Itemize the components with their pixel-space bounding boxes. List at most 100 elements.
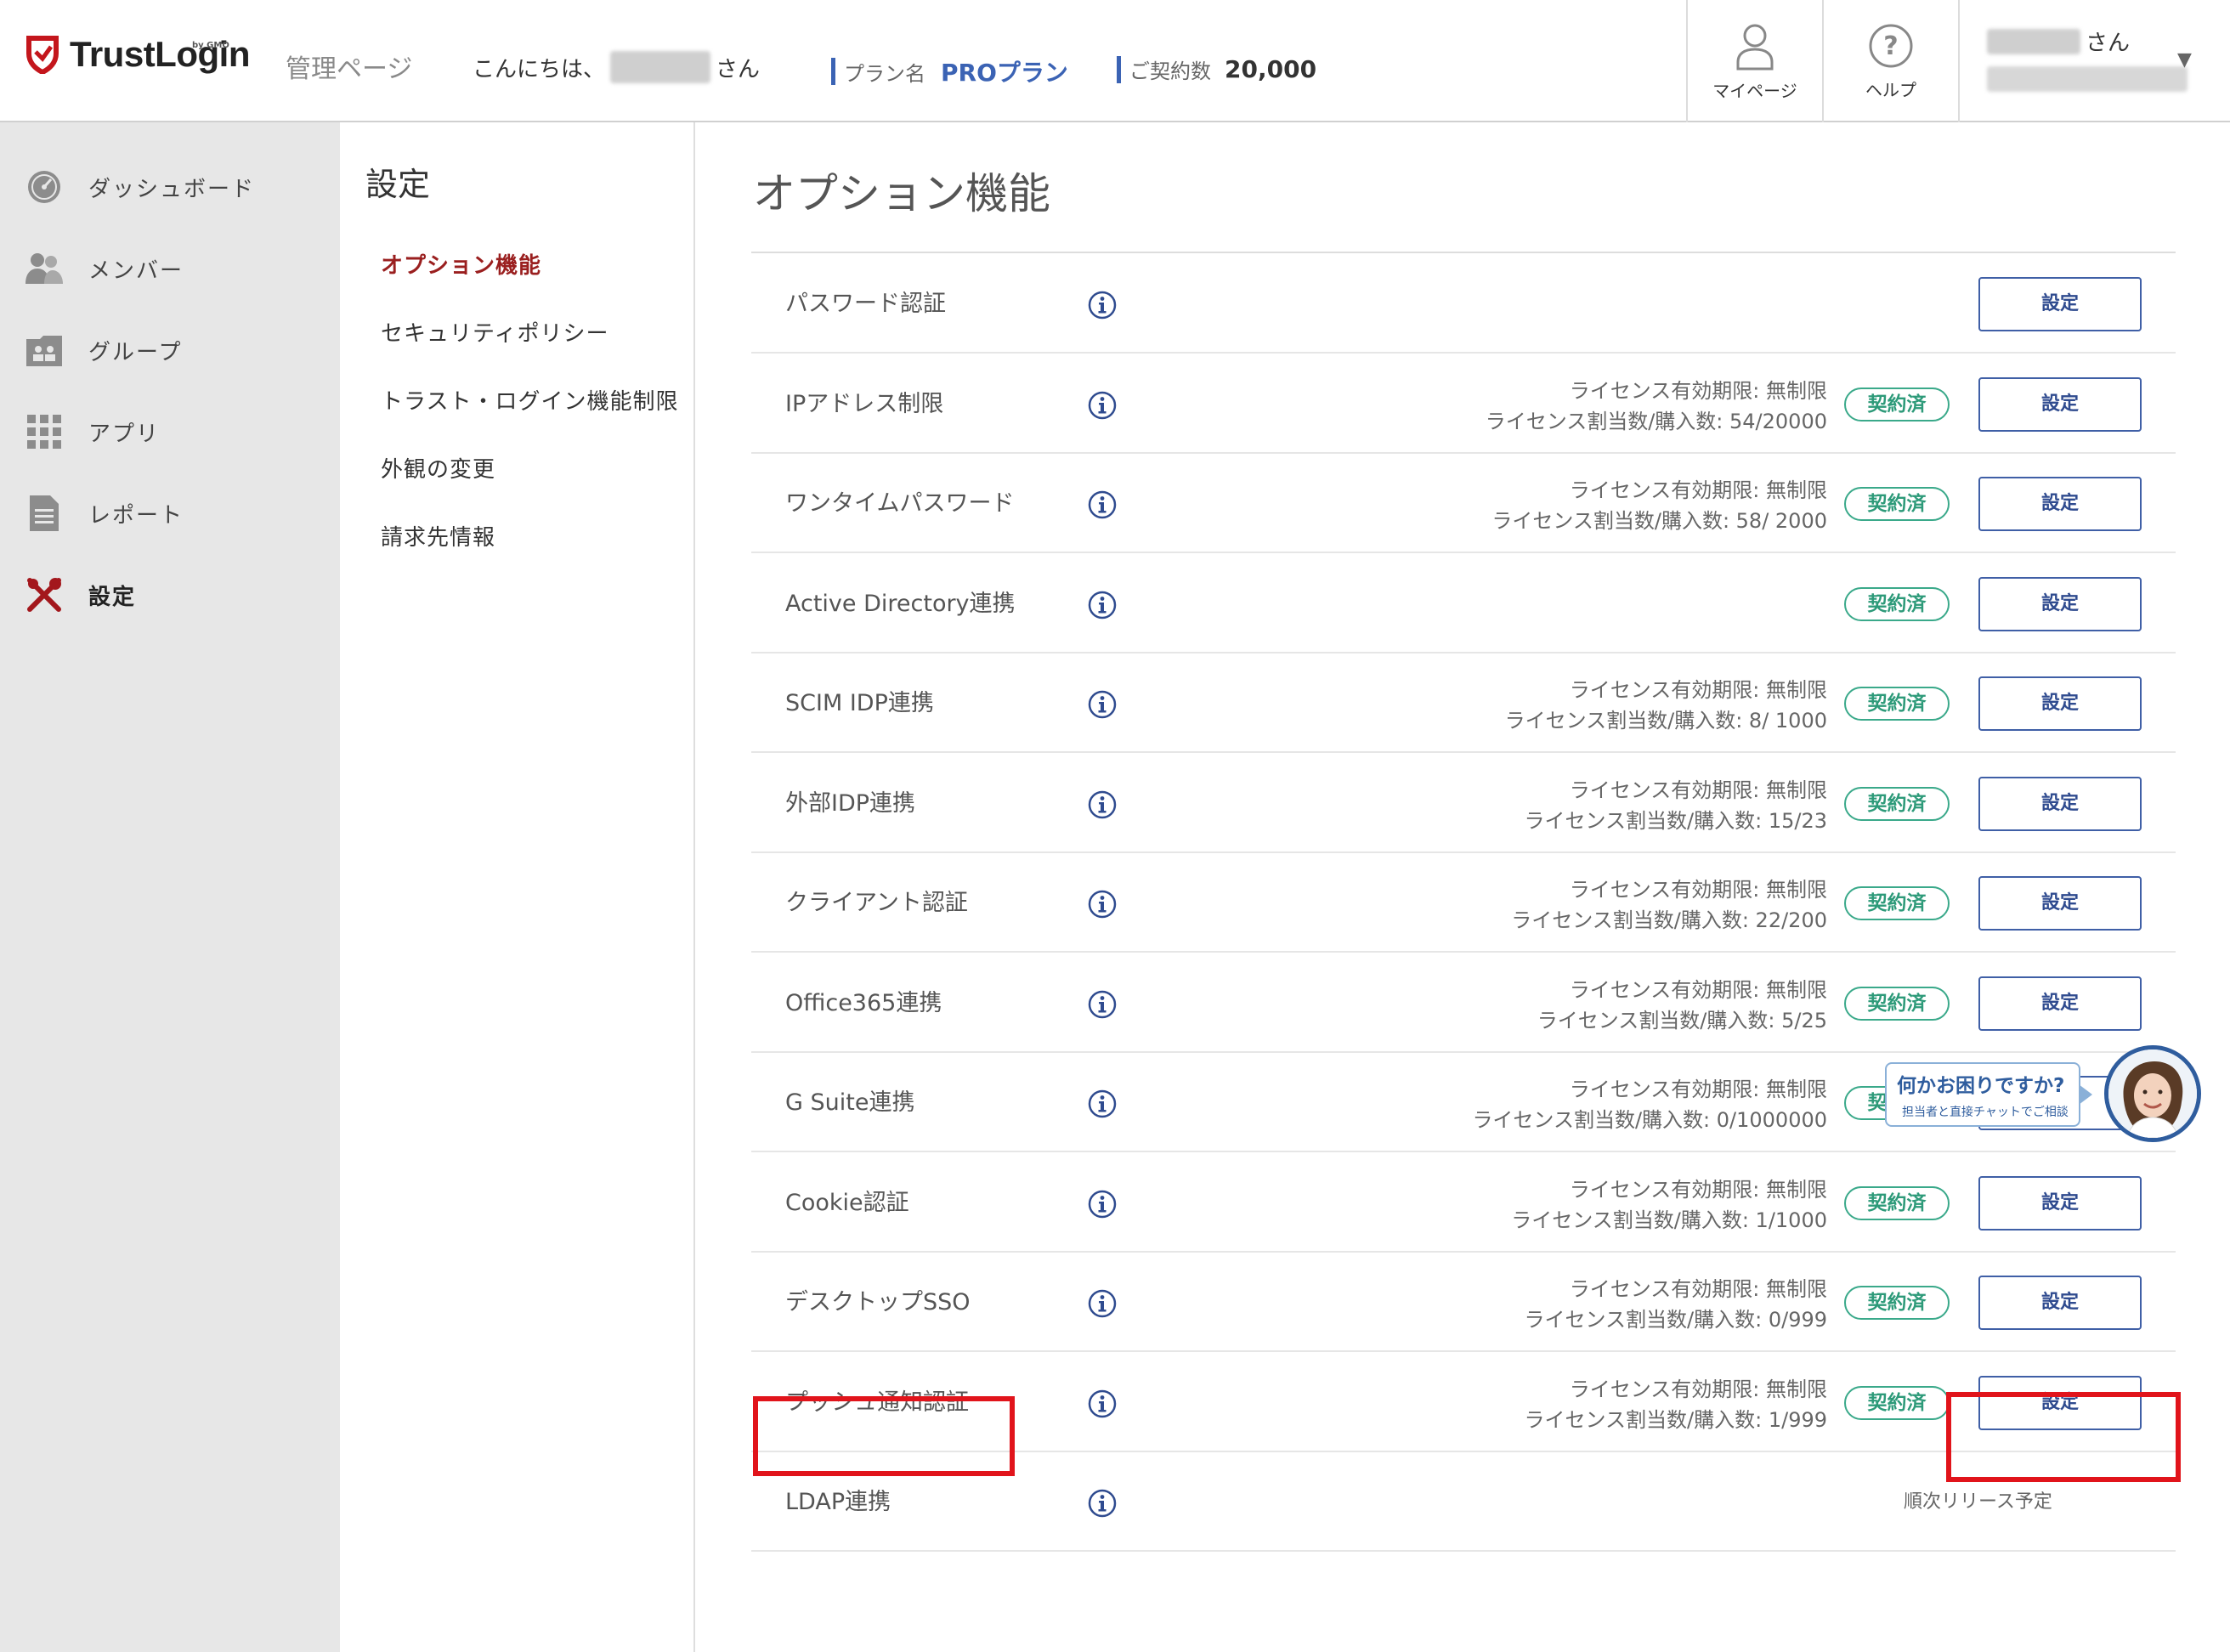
sidebar-item-label: レポート	[88, 502, 184, 529]
contracted-badge: 契約済	[1844, 487, 1950, 521]
settings-button[interactable]: 設定	[1978, 477, 2142, 531]
contract-info: ご契約数 20,000	[1117, 54, 1316, 84]
info-icon[interactable]	[1088, 790, 1117, 819]
license-count: ライセンス割当数/購入数: 15/23	[1524, 809, 1827, 833]
license-period: ライセンス有効期限: 無制限	[1569, 1178, 1827, 1202]
settings-button[interactable]: 設定	[1978, 577, 2142, 631]
blurred-user-name	[610, 51, 711, 83]
settings-button[interactable]: 設定	[1978, 876, 2142, 931]
contract-bar-mark	[1117, 55, 1121, 83]
option-row: クライアント認証 ライセンス有効期限: 無制限 ライセンス割当数/購入数: 22/2…	[751, 854, 2176, 953]
option-name: 外部IDP連携	[785, 790, 916, 817]
license-period: ライセンス有効期限: 無制限	[1569, 1078, 1827, 1101]
members-icon	[25, 250, 63, 287]
blurred-user-menu-name	[1987, 28, 2080, 54]
user-menu-suffix: さん	[2086, 31, 2131, 56]
license-count: ライセンス割当数/購入数: 1/999	[1524, 1408, 1827, 1432]
greeting-prefix: こんにちは、	[473, 56, 606, 82]
support-agent-avatar[interactable]	[2104, 1045, 2201, 1142]
user-menu-dropdown[interactable]: さん ▼	[1958, 0, 2230, 122]
info-icon[interactable]	[1088, 391, 1117, 420]
subnav-item-billing[interactable]: 請求先情報	[381, 520, 495, 552]
help-button[interactable]: ? ヘルプ	[1822, 0, 1958, 122]
license-info: ライセンス有効期限: 無制限 ライセンス割当数/購入数: 1/999	[1525, 1374, 1827, 1435]
settings-button[interactable]: 設定	[1978, 1276, 2142, 1330]
sidebar-item-dashboard[interactable]: ダッシュボード	[0, 146, 340, 228]
help-label: ヘルプ	[1865, 79, 1916, 100]
sidebar-item-label: メンバー	[88, 257, 184, 284]
option-name: G Suite連携	[785, 1089, 915, 1116]
contract-label: ご契約数	[1129, 59, 1211, 83]
license-info: ライセンス有効期限: 無制限 ライセンス割当数/購入数: 58/ 2000	[1491, 475, 1827, 536]
info-icon[interactable]	[1088, 690, 1117, 719]
sidebar-item-group[interactable]: グループ	[0, 309, 340, 391]
title-divider	[751, 252, 2176, 253]
info-icon[interactable]	[1088, 1190, 1117, 1219]
option-name: SCIM IDP連携	[785, 690, 934, 716]
info-icon[interactable]	[1088, 1089, 1117, 1118]
license-period: ライセンス有効期限: 無制限	[1569, 878, 1827, 902]
option-name: Office365連携	[785, 990, 942, 1016]
settings-subnav: 設定 オプション機能 セキュリティポリシー トラスト・ログイン機能制限 外観の変…	[340, 122, 695, 1652]
highlight-push-notification-settings	[1946, 1392, 2181, 1482]
subnav-item-appearance[interactable]: 外観の変更	[381, 452, 495, 484]
contracted-badge: 契約済	[1844, 1386, 1950, 1420]
settings-button[interactable]: 設定	[1978, 1176, 2142, 1231]
greeting: こんにちは、 さん	[473, 51, 760, 83]
admin-page-label: 管理ページ	[286, 54, 413, 84]
subnav-item-options[interactable]: オプション機能	[381, 248, 541, 280]
contracted-badge: 契約済	[1844, 987, 1950, 1021]
license-count: ライセンス割当数/購入数: 8/ 1000	[1504, 709, 1827, 733]
info-icon[interactable]	[1088, 490, 1117, 519]
subnav-item-security-policy[interactable]: セキュリティポリシー	[381, 316, 608, 348]
license-info: ライセンス有効期限: 無制限 ライセンス割当数/購入数: 1/1000	[1511, 1174, 1827, 1236]
greeting-suffix: さん	[716, 56, 761, 82]
license-info: ライセンス有効期限: 無制限 ライセンス割当数/購入数: 5/25	[1537, 975, 1827, 1036]
option-row: Office365連携 ライセンス有効期限: 無制限 ライセンス割当数/購入数: 5…	[751, 954, 2176, 1053]
settings-button[interactable]: 設定	[1978, 277, 2142, 331]
sidebar-item-members[interactable]: メンバー	[0, 228, 340, 309]
info-icon[interactable]	[1088, 591, 1117, 620]
agent-avatar-icon	[2108, 1049, 2197, 1138]
license-count: ライセンス割当数/購入数: 5/25	[1537, 1009, 1827, 1032]
sidebar-item-settings[interactable]: 設定	[0, 554, 340, 636]
license-count: ライセンス割当数/購入数: 22/200	[1511, 908, 1827, 932]
chevron-down-icon: ▼	[2177, 49, 2192, 71]
option-row: ワンタイムパスワード ライセンス有効期限: 無制限 ライセンス割当数/購入数: 58…	[751, 455, 2176, 553]
subnav-title: 設定	[365, 166, 431, 203]
logo-sub: by GMO	[192, 41, 229, 50]
option-row: 外部IDP連携 ライセンス有効期限: 無制限ライセンス割当数/購入数: 15/23…	[751, 755, 2176, 853]
option-row: Cookie認証 ライセンス有効期限: 無制限 ライセンス割当数/購入数: 1/10…	[751, 1154, 2176, 1253]
chat-bubble[interactable]: 何かお困りですか? 担当者と直接チャットでご相談	[1885, 1062, 2080, 1127]
info-icon[interactable]	[1088, 1289, 1117, 1318]
license-count: ライセンス割当数/購入数: 0/999	[1524, 1308, 1827, 1332]
license-info: ライセンス有効期限: 無制限ライセンス割当数/購入数: 8/ 1000	[1505, 675, 1827, 736]
settings-button[interactable]: 設定	[1978, 976, 2142, 1031]
mypage-button[interactable]: マイページ	[1686, 0, 1822, 122]
info-icon[interactable]	[1088, 291, 1117, 320]
contract-value: 20,000	[1225, 55, 1317, 83]
info-icon[interactable]	[1088, 990, 1117, 1019]
info-icon[interactable]	[1088, 1389, 1117, 1418]
option-name: Active Directory連携	[785, 591, 1016, 617]
settings-button[interactable]: 設定	[1978, 377, 2142, 432]
plan-bar-mark	[831, 58, 835, 85]
chat-support-widget[interactable]: 何かお困りですか? 担当者と直接チャットでご相談	[1885, 1045, 2206, 1147]
license-period: ライセンス有効期限: 無制限	[1569, 478, 1827, 502]
info-icon[interactable]	[1088, 890, 1117, 919]
info-icon[interactable]	[1088, 1489, 1117, 1518]
sidebar-item-apps[interactable]: アプリ	[0, 391, 340, 472]
license-count: ライセンス割当数/購入数: 0/1000000	[1472, 1108, 1827, 1132]
settings-button[interactable]: 設定	[1978, 777, 2142, 831]
license-info: ライセンス有効期限: 無制限 ライセンス割当数/購入数: 0/999	[1525, 1274, 1827, 1335]
option-row: パスワード認証 設定	[751, 255, 2176, 354]
license-period: ライセンス有効期限: 無制限	[1569, 778, 1827, 802]
sidebar-item-report[interactable]: レポート	[0, 472, 340, 554]
chat-bubble-tail	[2079, 1084, 2092, 1105]
help-icon: ?	[1869, 24, 1913, 67]
subnav-item-feature-restrictions[interactable]: トラスト・ログイン機能制限	[381, 384, 678, 416]
settings-button[interactable]: 設定	[1978, 676, 2142, 731]
license-info: ライセンス有効期限: 無制限ライセンス割当数/購入数: 22/200	[1511, 874, 1827, 936]
license-period: ライセンス有効期限: 無制限	[1569, 678, 1827, 702]
shield-logo-icon	[26, 36, 59, 74]
